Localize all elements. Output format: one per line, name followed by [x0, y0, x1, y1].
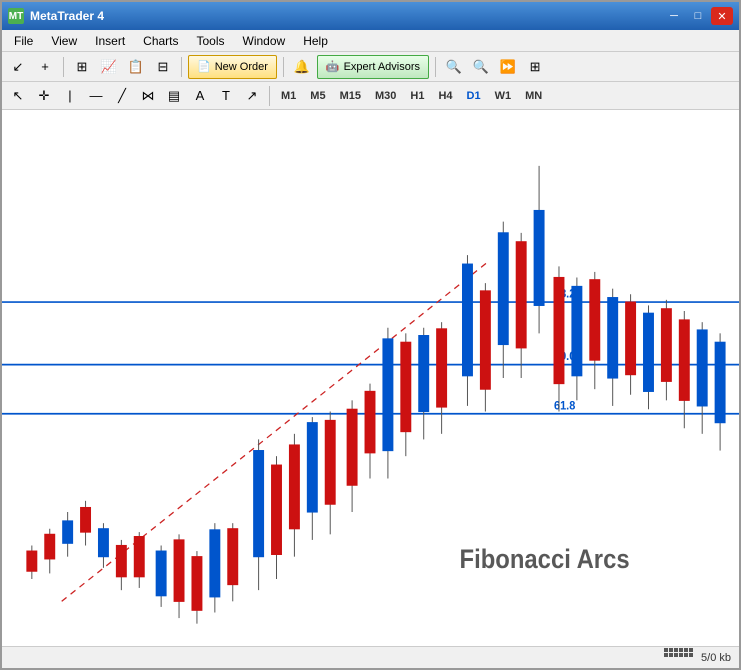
window-title: MetaTrader 4: [30, 9, 104, 23]
new-order-button[interactable]: 📄 New Order: [188, 55, 277, 79]
text-tool[interactable]: A: [188, 84, 212, 108]
status-bar: 5/0 kb: [2, 646, 739, 668]
title-bar-left: MT MetaTrader 4: [8, 8, 104, 24]
tf-h4[interactable]: H4: [432, 87, 458, 105]
menu-insert[interactable]: Insert: [87, 32, 133, 50]
horizontal-line-tool[interactable]: —: [84, 84, 108, 108]
toolbar-sep-2: [181, 57, 182, 77]
status-grid-icon: [664, 648, 693, 667]
toolbar-sep-3: [283, 57, 284, 77]
menu-window[interactable]: Window: [235, 32, 294, 50]
title-controls: ─ □ ✕: [663, 7, 733, 25]
toolbar-sep-1: [63, 57, 64, 77]
drawing-toolbar: ↖ ✛ | — ╱ ⋈ ▤ A T ↗ M1 M5 M15 M30 H1 H4 …: [2, 82, 739, 110]
tf-m1[interactable]: M1: [275, 87, 302, 105]
tf-m5[interactable]: M5: [304, 87, 331, 105]
period-sep-btn[interactable]: ⊟: [151, 55, 175, 79]
zoom-in-btn[interactable]: 🔍: [442, 55, 466, 79]
toolbar-sep-4: [435, 57, 436, 77]
menu-bar: File View Insert Charts Tools Window Hel…: [2, 30, 739, 52]
alert-icon: 🔔: [290, 55, 314, 79]
period-sep2-btn[interactable]: ⊞: [523, 55, 547, 79]
status-right: 5/0 kb: [664, 648, 731, 667]
properties-btn[interactable]: ⊞: [70, 55, 94, 79]
regression-tool[interactable]: ▤: [162, 84, 186, 108]
menu-charts[interactable]: Charts: [135, 32, 186, 50]
tf-m15[interactable]: M15: [334, 87, 367, 105]
menu-view[interactable]: View: [43, 32, 85, 50]
auto-scroll-btn[interactable]: ⏩: [496, 55, 520, 79]
menu-help[interactable]: Help: [295, 32, 336, 50]
file-info: 5/0 kb: [701, 652, 731, 664]
tf-w1[interactable]: W1: [489, 87, 518, 105]
indicators-btn[interactable]: 📈: [97, 55, 121, 79]
new-order-label: New Order: [215, 61, 268, 73]
new-order-icon: 📄: [197, 60, 211, 73]
arrow-tool-btn[interactable]: ↙: [6, 55, 30, 79]
menu-tools[interactable]: Tools: [189, 32, 233, 50]
arrow-draw-tool[interactable]: ↗: [240, 84, 264, 108]
crosshair-tool[interactable]: ✛: [32, 84, 56, 108]
tf-m30[interactable]: M30: [369, 87, 402, 105]
vertical-line-tool[interactable]: |: [58, 84, 82, 108]
minimize-button[interactable]: ─: [663, 7, 685, 25]
cursor-tool[interactable]: ↖: [6, 84, 30, 108]
trend-line-tool[interactable]: ╱: [110, 84, 134, 108]
template-btn[interactable]: 📋: [124, 55, 148, 79]
app-icon: MT: [8, 8, 24, 24]
main-window: MT MetaTrader 4 ─ □ ✕ File View Insert C…: [0, 0, 741, 670]
zoom-out-btn[interactable]: 🔍: [469, 55, 493, 79]
tf-h1[interactable]: H1: [404, 87, 430, 105]
tools-sep: [269, 86, 270, 106]
close-button[interactable]: ✕: [711, 7, 733, 25]
main-toolbar: ↙ + ⊞ 📈 📋 ⊟ 📄 New Order 🔔 🤖 Expert Advis…: [2, 52, 739, 82]
label-tool[interactable]: T: [214, 84, 238, 108]
tf-d1[interactable]: D1: [461, 87, 487, 105]
crosshair-btn[interactable]: +: [33, 55, 57, 79]
expert-advisors-label: Expert Advisors: [344, 61, 420, 73]
expert-icon: 🤖: [326, 60, 340, 73]
svg-text:61.8: 61.8: [554, 399, 576, 413]
title-bar: MT MetaTrader 4 ─ □ ✕: [2, 2, 739, 30]
svg-text:Fibonacci Arcs: Fibonacci Arcs: [460, 545, 630, 575]
menu-file[interactable]: File: [6, 32, 41, 50]
channel-tool[interactable]: ⋈: [136, 84, 160, 108]
tf-mn[interactable]: MN: [519, 87, 548, 105]
expert-advisors-button[interactable]: 🤖 Expert Advisors: [317, 55, 429, 79]
chart-area[interactable]: 38.2 50.0 61.8: [2, 110, 739, 646]
chart-svg: 38.2 50.0 61.8: [2, 110, 739, 646]
maximize-button[interactable]: □: [687, 7, 709, 25]
